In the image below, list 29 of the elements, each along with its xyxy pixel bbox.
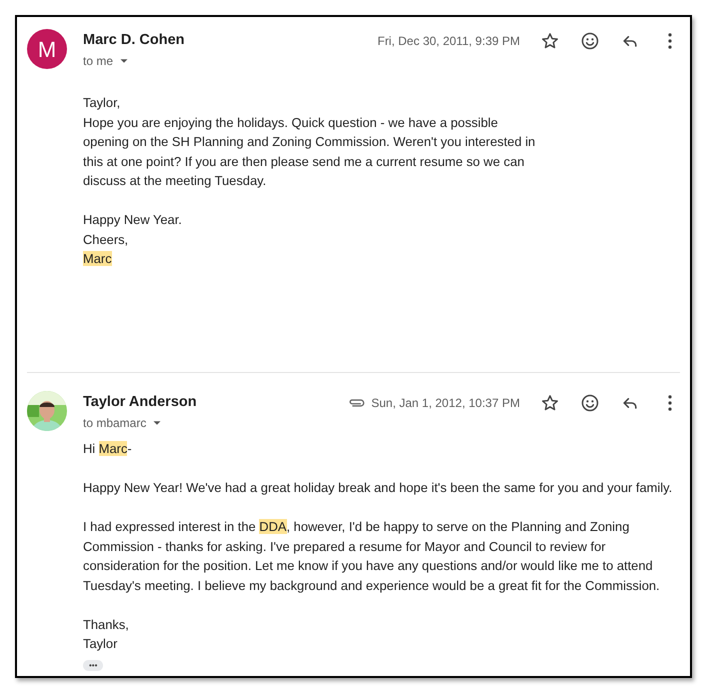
body-text-line: Hi Marc- bbox=[83, 440, 133, 458]
more-icon bbox=[668, 33, 672, 49]
sender-name: Taylor Anderson bbox=[83, 393, 198, 412]
show-trimmed-content-button[interactable]: ••• bbox=[83, 660, 104, 670]
body-text-line: Happy New Year! We've had a great holiday break and hope it's been the same for you and your family. bbox=[83, 479, 674, 497]
body-text-line: Commission - thanks for asking. I've prepared a resume for Mayor and Council to review for bbox=[83, 538, 607, 556]
sender-name: Marc D. Cohen bbox=[83, 31, 186, 50]
recipient-text: to me bbox=[83, 53, 114, 70]
body-text-line: Taylor bbox=[83, 635, 118, 653]
avatar: M bbox=[27, 29, 67, 69]
date-text: Fri, Dec 30, 2011, 9:39 PM bbox=[377, 33, 520, 50]
body-text-line: consideration for the position. Let me know if you have any questions and/or would like me to attend bbox=[83, 557, 654, 575]
body-text-line: I had expressed interest in the DDA, however, I'd be happy to serve on the Planning and Zoning bbox=[83, 518, 630, 536]
body-text-line: Cheers, bbox=[83, 230, 130, 248]
body-text-line: Hope you are enjoying the holidays. Quick question - we have a possible bbox=[83, 114, 499, 132]
date-text: Sun, Jan 1, 2012, 10:37 PM bbox=[371, 395, 520, 412]
body-text-line: Happy New Year. bbox=[83, 211, 183, 229]
recipient-text: to mbamarc bbox=[83, 415, 146, 432]
body-text-line: Thanks, bbox=[83, 616, 130, 634]
body-text-line: opening on the SH Planning and Zoning Commission. Weren't you interested in bbox=[83, 133, 536, 151]
more-icon bbox=[668, 395, 672, 411]
star-icon bbox=[540, 393, 560, 413]
body-text-line: discuss at the meeting Tuesday. bbox=[83, 172, 268, 190]
body-text-line: Taylor, bbox=[83, 94, 122, 112]
star-icon bbox=[540, 31, 560, 51]
smiley-icon bbox=[580, 31, 600, 51]
body-text-line: this at one point? If you are then please send me a current resume so we can bbox=[83, 152, 526, 171]
body-text-line: Tuesday's meeting. I believe my background and experience would be a great fit for the Commission. bbox=[83, 576, 661, 595]
smiley-icon bbox=[580, 393, 600, 413]
